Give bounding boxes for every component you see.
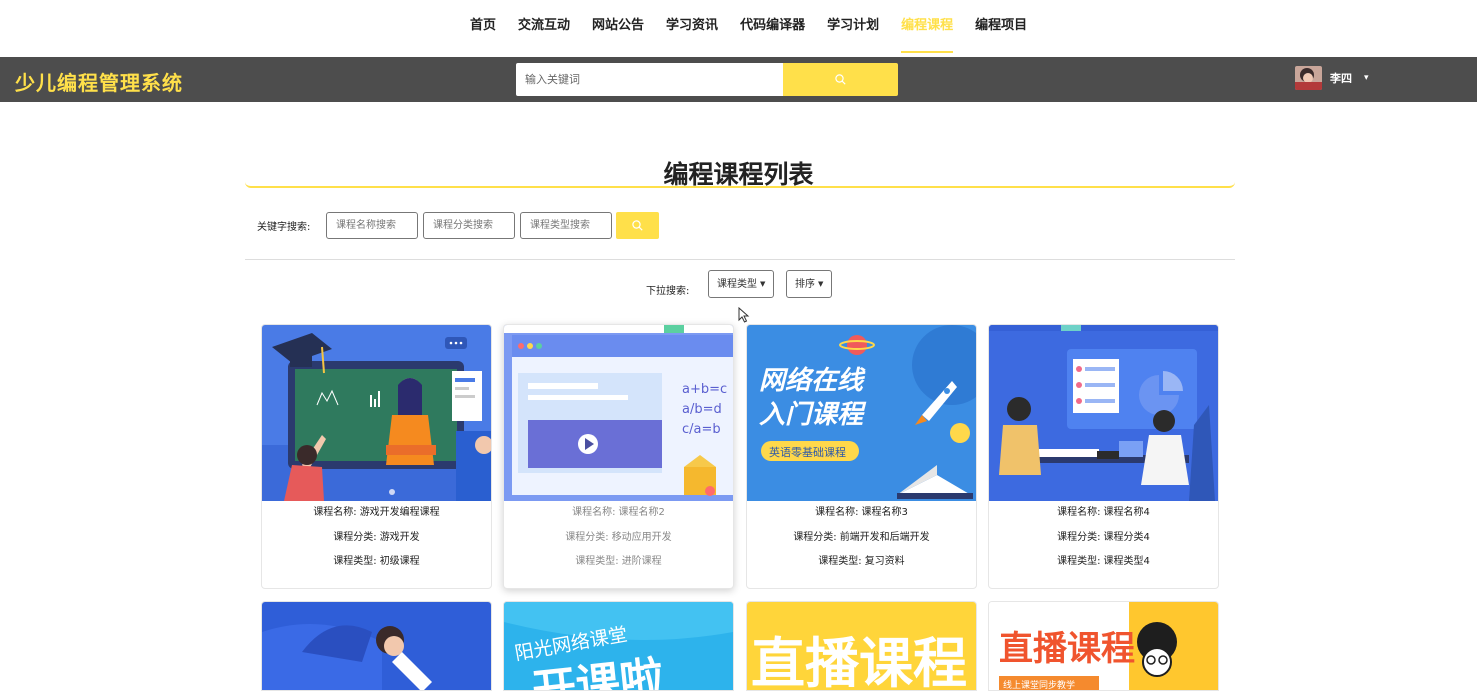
formula-3: c/a=b [682, 422, 721, 437]
dropdown-search-label: 下拉搜索: [646, 286, 690, 297]
course-category-line: 课程分类: 移动应用开发 [504, 526, 733, 551]
course-card[interactable] [261, 601, 492, 691]
course-name-line: 课程名称: 游戏开发编程课程 [262, 501, 491, 526]
course-type-line: 课程类型: 初级课程 [262, 550, 491, 575]
course-category-value: 前端开发和后端开发 [839, 531, 930, 543]
nav-item-news[interactable]: 学习资讯 [666, 17, 718, 53]
search-icon [835, 74, 846, 85]
course-type-dropdown[interactable]: 课程类型 ▼ [708, 270, 775, 298]
course-name-label: 课程名称: [313, 507, 357, 518]
course-name-search-input[interactable] [326, 212, 418, 239]
course-type-value: 进阶课程 [621, 556, 662, 567]
header-bar: 少儿编程管理系统 李四 ▾ [0, 57, 1477, 102]
course-type-dropdown-label: 课程类型 [717, 279, 757, 290]
course-type-value: 课程类型4 [1103, 556, 1150, 567]
nav-item-plan[interactable]: 学习计划 [827, 17, 879, 53]
banner-headline: 直播课程 [999, 629, 1135, 669]
course-card[interactable]: a+b=c a/b=d c/a=b 课程名称: 课程名称2 课程分类: 移动应用开发… [503, 324, 734, 589]
course-cover-image[interactable]: 网络在线 入门课程 英语零基础课程 [747, 325, 976, 501]
course-type-label: 课程类型: [1057, 556, 1101, 567]
divider [245, 259, 1235, 260]
banner-subtitle: 线上课堂同步教学 [1003, 679, 1075, 691]
course-name-line: 课程名称: 课程名称4 [989, 501, 1218, 526]
caret-down-icon: ▼ [760, 280, 766, 288]
nav-item-notice[interactable]: 网站公告 [592, 17, 644, 53]
nav-item-home[interactable]: 首页 [470, 17, 496, 53]
formula-2: a/b=d [682, 402, 722, 417]
course-name-value: 课程名称2 [618, 507, 665, 518]
course-category-label: 课程分类: [565, 531, 609, 543]
nav-item-forum[interactable]: 交流互动 [518, 17, 570, 53]
course-name-line: 课程名称: 课程名称2 [504, 501, 733, 526]
sort-dropdown-label: 排序 [795, 279, 815, 290]
course-category-line: 课程分类: 游戏开发 [262, 526, 491, 551]
course-cover-image[interactable] [262, 325, 491, 501]
course-info: 课程名称: 游戏开发编程课程 课程分类: 游戏开发 课程类型: 初级课程 [262, 501, 491, 575]
course-info: 课程名称: 课程名称3 课程分类: 前端开发和后端开发 课程类型: 复习资料 [747, 501, 976, 575]
course-type-label: 课程类型: [333, 556, 377, 567]
keyword-search-button[interactable] [616, 212, 659, 239]
banner-subtitle: 英语零基础课程 [769, 445, 846, 459]
global-search-input[interactable] [516, 63, 784, 96]
course-cover-image[interactable]: a+b=c a/b=d c/a=b [504, 325, 733, 501]
course-category-value: 游戏开发 [379, 531, 420, 543]
course-category-line: 课程分类: 前端开发和后端开发 [747, 526, 976, 551]
course-name-label: 课程名称: [815, 507, 859, 518]
course-type-search-input[interactable] [520, 212, 612, 239]
course-name-value: 游戏开发编程课程 [359, 507, 440, 518]
course-name-label: 课程名称: [1057, 507, 1101, 518]
course-category-label: 课程分类: [1057, 531, 1101, 543]
course-name-value: 课程名称4 [1103, 507, 1150, 518]
course-cover-image[interactable]: 直播课程 [747, 602, 976, 691]
nav-item-projects[interactable]: 编程项目 [975, 17, 1027, 53]
course-category-label: 课程分类: [333, 531, 377, 543]
course-type-label: 课程类型: [818, 556, 862, 567]
keyword-search-label: 关键字搜索: [257, 222, 311, 233]
course-category-value: 课程分类4 [1103, 531, 1150, 543]
course-card[interactable]: 网络在线 入门课程 英语零基础课程 课程名称: 课程名称3 课程分类: 前端开发和后… [746, 324, 977, 589]
course-name-line: 课程名称: 课程名称3 [747, 501, 976, 526]
global-search-button[interactable] [783, 63, 898, 96]
course-info: 课程名称: 课程名称4 课程分类: 课程分类4 课程类型: 课程类型4 [989, 501, 1218, 575]
title-underline [245, 182, 1235, 188]
nav-item-courses[interactable]: 编程课程 [901, 17, 954, 53]
course-cover-image[interactable]: 直播课程 线上课堂同步教学 [989, 602, 1218, 691]
course-type-line: 课程类型: 复习资料 [747, 550, 976, 575]
mouse-cursor-icon [738, 307, 750, 323]
course-type-line: 课程类型: 进阶课程 [504, 550, 733, 575]
course-cover-image[interactable]: 阳光网络课堂 开课啦 [504, 602, 733, 691]
user-menu[interactable]: 李四 ▾ [1295, 63, 1369, 93]
course-name-label: 课程名称: [572, 507, 616, 518]
course-type-label: 课程类型: [575, 556, 619, 567]
top-nav: 首页 交流互动 网站公告 学习资讯 代码编译器 学习计划 编程课程 编程项目 [0, 0, 1477, 57]
user-name[interactable]: 李四 [1330, 70, 1352, 86]
course-card[interactable]: 课程名称: 课程名称4 课程分类: 课程分类4 课程类型: 课程类型4 [988, 324, 1219, 589]
search-icon [632, 220, 643, 231]
site-logo[interactable]: 少儿编程管理系统 [15, 67, 183, 96]
course-cover-image[interactable] [262, 602, 491, 691]
course-type-value: 复习资料 [864, 556, 905, 567]
course-info: 课程名称: 课程名称2 课程分类: 移动应用开发 课程类型: 进阶课程 [504, 501, 733, 575]
course-type-line: 课程类型: 课程类型4 [989, 550, 1218, 575]
course-type-value: 初级课程 [379, 556, 420, 567]
course-category-value: 移动应用开发 [611, 531, 672, 543]
nav-item-compiler[interactable]: 代码编译器 [740, 17, 805, 53]
banner-title-2: 入门课程 [759, 400, 867, 430]
course-category-line: 课程分类: 课程分类4 [989, 526, 1218, 551]
banner-headline: 直播课程 [751, 632, 967, 691]
banner-title-1: 网络在线 [759, 366, 866, 396]
course-card[interactable]: 直播课程 [746, 601, 977, 691]
course-name-value: 课程名称3 [861, 507, 908, 518]
avatar[interactable] [1295, 66, 1322, 90]
formula-1: a+b=c [682, 382, 727, 397]
caret-down-icon: ▼ [818, 280, 824, 288]
course-cover-image[interactable] [989, 325, 1218, 501]
course-card[interactable]: 阳光网络课堂 开课啦 [503, 601, 734, 691]
chevron-down-icon[interactable]: ▾ [1364, 73, 1369, 83]
course-category-label: 课程分类: [793, 531, 837, 543]
sort-dropdown[interactable]: 排序 ▼ [786, 270, 833, 298]
course-card[interactable]: 课程名称: 游戏开发编程课程 课程分类: 游戏开发 课程类型: 初级课程 [261, 324, 492, 589]
course-category-search-input[interactable] [423, 212, 515, 239]
course-card[interactable]: 直播课程 线上课堂同步教学 [988, 601, 1219, 691]
